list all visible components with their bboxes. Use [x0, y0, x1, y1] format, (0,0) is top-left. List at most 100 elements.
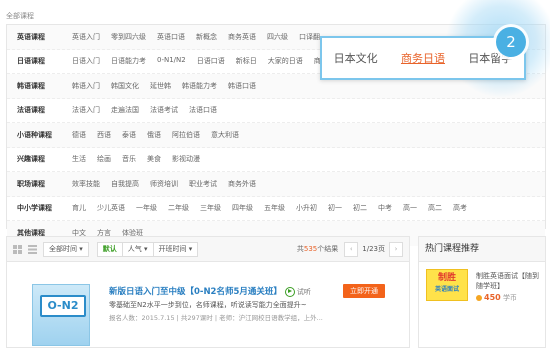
category-item-link[interactable]: 英语口语	[157, 32, 185, 42]
category-item-link[interactable]: 新标日	[236, 56, 257, 66]
grid-view-icon[interactable]	[13, 244, 22, 254]
category-item-link[interactable]: 生活	[72, 154, 86, 164]
category-title[interactable]: 日语课程	[7, 56, 72, 66]
category-item-link[interactable]: 韩语口语	[228, 81, 256, 91]
category-title[interactable]: 兴趣课程	[7, 154, 72, 164]
category-item-link[interactable]: 韩语入门	[72, 81, 100, 91]
trial-label[interactable]: 试听	[297, 288, 311, 296]
course-title-text[interactable]: 新版日语入门至中级【0-N2名师5月通关班】	[109, 287, 282, 297]
prev-page-button[interactable]: ‹	[344, 241, 359, 257]
category-item-link[interactable]: 德语	[72, 130, 86, 140]
category-item-link[interactable]: 俄语	[147, 130, 161, 140]
result-number: 535	[303, 245, 318, 253]
result-suffix: 个结果	[317, 245, 339, 253]
category-item-link[interactable]: 四年级	[232, 203, 253, 213]
category-item-link[interactable]: 法语口语	[189, 105, 217, 115]
category-item-link[interactable]: 日语入门	[72, 56, 100, 66]
category-item-link[interactable]: 高二	[428, 203, 442, 213]
category-item-link[interactable]: 效率技能	[72, 179, 100, 189]
category-item-link[interactable]: 英语入门	[72, 32, 100, 42]
recommended-course-price: 450 学币	[476, 293, 517, 303]
category-item-link[interactable]: 新概念	[196, 32, 217, 42]
category-items: 法语入门 走遍法国 法语考试 法语口语	[72, 105, 545, 115]
category-item-link[interactable]: 初一	[328, 203, 342, 213]
category-item-link[interactable]: 意大利语	[211, 130, 239, 140]
sort-default-button[interactable]: 默认	[96, 241, 123, 257]
course-card: O-N2 新版日语入门至中级【0-N2名师5月通关班】 试听 零基础至N2水平一步…	[7, 262, 409, 347]
category-item-link[interactable]: 影视动漫	[172, 154, 200, 164]
category-title[interactable]: 英语课程	[7, 32, 72, 42]
recommended-course-thumbnail[interactable]: 制胜 英语面试	[426, 269, 468, 301]
sidebar-title: 热门课程推荐	[419, 237, 545, 262]
popup-tab-business-japanese[interactable]: 商务日语	[401, 50, 445, 66]
thumb-line-1: 制胜	[437, 273, 456, 283]
time-filter-select[interactable]: 全部时间 ▾	[43, 241, 89, 257]
category-item-link[interactable]: 三年级	[200, 203, 221, 213]
course-description: 零基础至N2水平一步到位，名师课程，听说读写能力全面提升~	[109, 301, 307, 309]
category-item-link[interactable]: 泰语	[122, 130, 136, 140]
category-item-link[interactable]: 商务英语	[228, 32, 256, 42]
category-title[interactable]: 小语种课程	[7, 130, 72, 140]
breadcrumb[interactable]: 全部课程	[6, 11, 34, 21]
category-items: 德语 西语 泰语 俄语 阿拉伯语 意大利语	[72, 130, 545, 140]
category-item-link[interactable]: 初二	[353, 203, 367, 213]
list-view-icon[interactable]	[28, 244, 37, 254]
category-item-link[interactable]: 阿拉伯语	[172, 130, 200, 140]
category-title[interactable]: 中小学课程	[7, 203, 72, 213]
sort-popularity-button[interactable]: 人气 ▾	[121, 241, 154, 257]
category-item-link[interactable]: 走遍法国	[111, 105, 139, 115]
result-count: 共535个结果	[297, 244, 338, 254]
category-items: 效率技能 自我提高 师资培训 职业考试 商务外语	[72, 179, 545, 189]
list-toolbar: 全部时间 ▾ 默认 人气 ▾ 开班时间 ▾ 共535个结果 ‹ 1/23页 ›	[7, 237, 409, 262]
course-thumbnail[interactable]: O-N2	[32, 284, 90, 346]
category-item-link[interactable]: 0-N1/N2	[157, 56, 186, 66]
category-item-link[interactable]: 日语口语	[197, 56, 225, 66]
category-item-link[interactable]: 中考	[378, 203, 392, 213]
category-item-link[interactable]: 四六级	[267, 32, 288, 42]
category-item-link[interactable]: 大家的日语	[268, 56, 303, 66]
category-item-link[interactable]: 法语考试	[150, 105, 178, 115]
sort-start-time-button[interactable]: 开班时间 ▾	[152, 241, 199, 257]
category-item-link[interactable]: 自我提高	[111, 179, 139, 189]
category-item-link[interactable]: 商务外语	[228, 179, 256, 189]
category-item-link[interactable]: 师资培训	[150, 179, 178, 189]
category-item-link[interactable]: 韩语能力考	[182, 81, 217, 91]
category-title[interactable]: 职场课程	[7, 179, 72, 189]
category-item-link[interactable]: 一年级	[136, 203, 157, 213]
category-item-link[interactable]: 日语能力考	[111, 56, 146, 66]
category-item-link[interactable]: 法语入门	[72, 105, 100, 115]
category-title[interactable]: 法语课程	[7, 105, 72, 115]
category-item-link[interactable]: 高考	[453, 203, 467, 213]
course-meta: 报名人数：2015.7.15 | 共297课时 | 老师：沪江网校日语教学组，上…	[109, 314, 323, 322]
category-row: 法语课程 法语入门 走遍法国 法语考试 法语口语	[7, 99, 545, 123]
course-title[interactable]: 新版日语入门至中级【0-N2名师5月通关班】 试听	[109, 285, 311, 297]
recommended-course-item[interactable]: 制胜 英语面试 制胜英语面试【随到随学班】 450 学币	[424, 269, 540, 309]
category-item-link[interactable]: 绘画	[97, 154, 111, 164]
category-item-link[interactable]: 高一	[403, 203, 417, 213]
category-item-link[interactable]: 零到四六级	[111, 32, 146, 42]
category-item-link[interactable]: 美食	[147, 154, 161, 164]
next-page-button[interactable]: ›	[389, 241, 403, 257]
category-item-link[interactable]: 韩国文化	[111, 81, 139, 91]
coin-icon	[476, 295, 482, 301]
course-list-panel: 全部时间 ▾ 默认 人气 ▾ 开班时间 ▾ 共535个结果 ‹ 1/23页 › …	[6, 236, 410, 348]
category-item-link[interactable]: 延世韩	[150, 81, 171, 91]
category-item-link[interactable]: 育儿	[72, 203, 86, 213]
category-item-link[interactable]: 少儿英语	[97, 203, 125, 213]
category-item-link[interactable]: 五年级	[264, 203, 285, 213]
course-thumbnail-text: O-N2	[40, 295, 86, 317]
category-item-link[interactable]: 职业考试	[189, 179, 217, 189]
category-item-link[interactable]: 口译翻	[299, 32, 320, 42]
category-item-link[interactable]: 小升初	[296, 203, 317, 213]
category-item-link[interactable]: 西语	[97, 130, 111, 140]
category-item-link[interactable]: 二年级	[168, 203, 189, 213]
price-value: 450	[484, 293, 501, 302]
popup-tab-japanese-culture[interactable]: 日本文化	[334, 50, 378, 66]
category-title[interactable]: 韩语课程	[7, 81, 72, 91]
category-item-link[interactable]: 音乐	[122, 154, 136, 164]
play-icon[interactable]	[284, 286, 295, 297]
open-now-button[interactable]: 立即开通	[343, 284, 385, 298]
category-row: 小语种课程 德语 西语 泰语 俄语 阿拉伯语 意大利语	[7, 123, 545, 148]
category-row: 中小学课程 育儿 少儿英语 一年级 二年级 三年级 四年级 五年级 小升初 初一 初二 中考 高一 高二 高…	[7, 197, 545, 221]
recommended-course-name[interactable]: 制胜英语面试【随到随学班】	[476, 271, 540, 291]
